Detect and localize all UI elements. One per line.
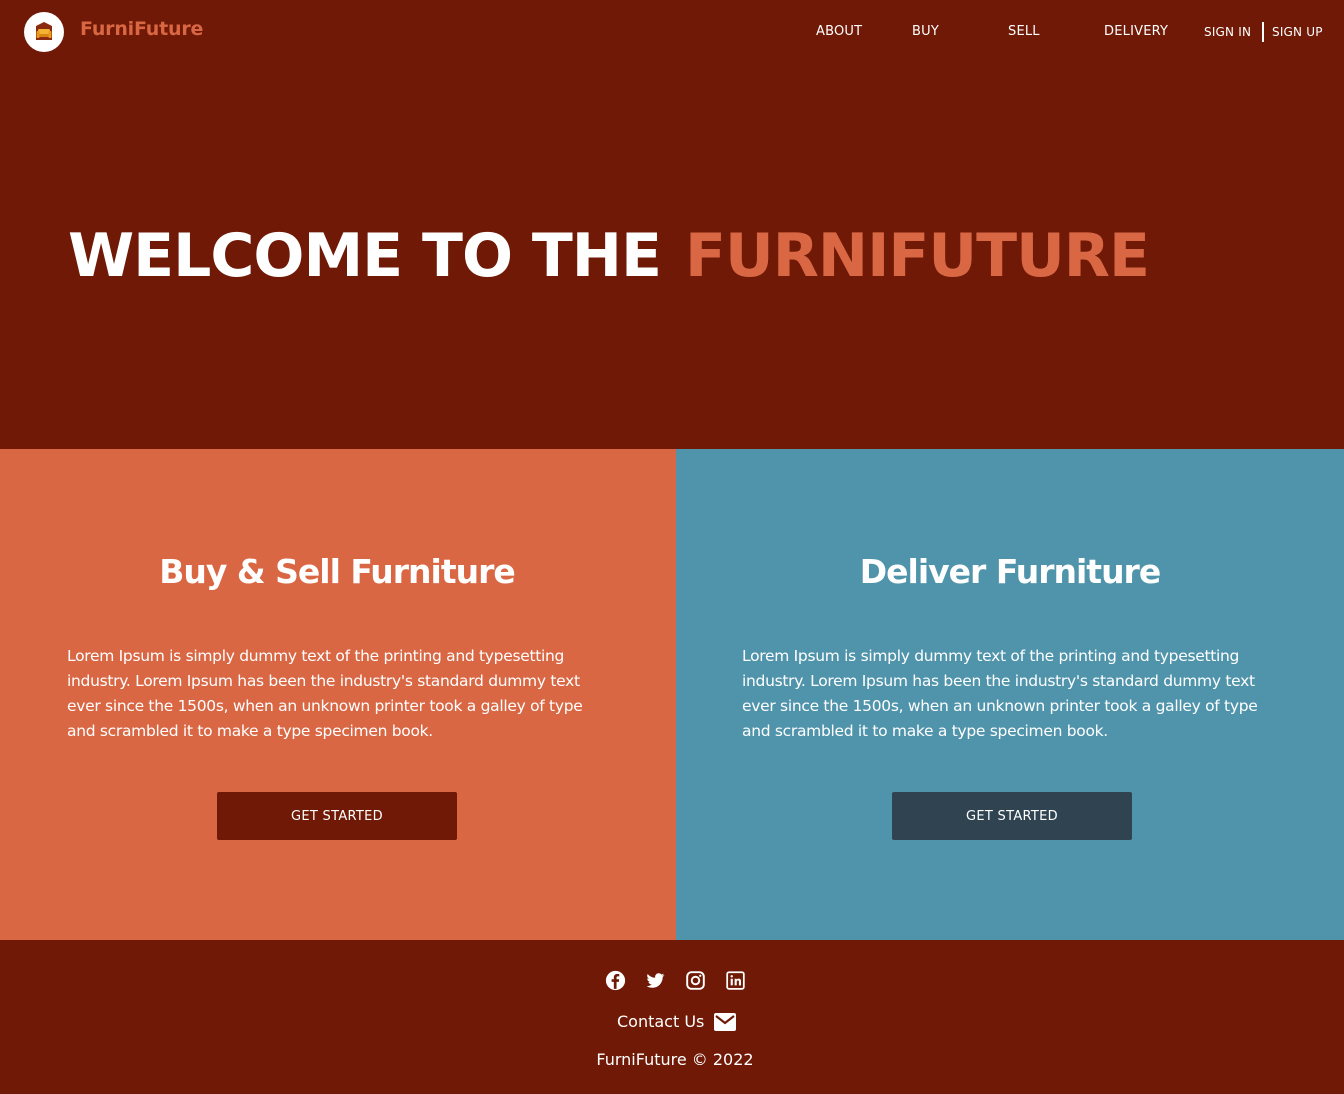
- contact-us-link[interactable]: Contact Us: [617, 1012, 737, 1031]
- hero-title: WELCOME TO THE FURNIFUTURE: [68, 220, 1150, 292]
- panel-title: Deliver Furniture: [859, 552, 1161, 591]
- hero-title-plain: WELCOME TO THE: [68, 221, 662, 291]
- site-header: FurniFuture ABOUT BUY SELL DELIVERY SIGN…: [0, 0, 1344, 64]
- copyright-text: FurniFuture © 2022: [596, 1050, 754, 1069]
- delivery-panel: Deliver Furniture Lorem Ipsum is simply …: [676, 449, 1344, 940]
- logo-icon[interactable]: [24, 12, 64, 52]
- contact-us-label: Contact Us: [617, 1012, 705, 1031]
- nav-buy[interactable]: BUY: [912, 24, 939, 39]
- nav-about[interactable]: ABOUT: [816, 24, 862, 39]
- panel-description: Lorem Ipsum is simply dummy text of the …: [742, 647, 1258, 740]
- panel-title: Buy & Sell Furniture: [159, 552, 516, 591]
- nav-divider: [1262, 22, 1264, 42]
- sofa-logo-icon: [36, 22, 52, 40]
- get-started-button-delivery[interactable]: GET STARTED: [892, 792, 1132, 840]
- instagram-icon[interactable]: [684, 969, 706, 991]
- brand-name[interactable]: FurniFuture: [80, 18, 203, 40]
- get-started-button-buy-sell[interactable]: GET STARTED: [217, 792, 457, 840]
- sign-in-link[interactable]: SIGN IN: [1204, 25, 1251, 39]
- panel-description: Lorem Ipsum is simply dummy text of the …: [67, 647, 583, 740]
- nav-delivery[interactable]: DELIVERY: [1104, 24, 1168, 39]
- twitter-icon[interactable]: [644, 969, 666, 991]
- sign-up-link[interactable]: SIGN UP: [1272, 25, 1323, 39]
- nav-sell[interactable]: SELL: [1008, 24, 1040, 39]
- facebook-icon[interactable]: [604, 969, 626, 991]
- site-footer: Contact Us FurniFuture © 2022: [0, 940, 1344, 1094]
- linkedin-icon[interactable]: [724, 969, 746, 991]
- buy-sell-panel: Buy & Sell Furniture Lorem Ipsum is simp…: [0, 449, 676, 940]
- mail-icon: [714, 1012, 737, 1031]
- hero-title-accent: FURNIFUTURE: [684, 221, 1150, 291]
